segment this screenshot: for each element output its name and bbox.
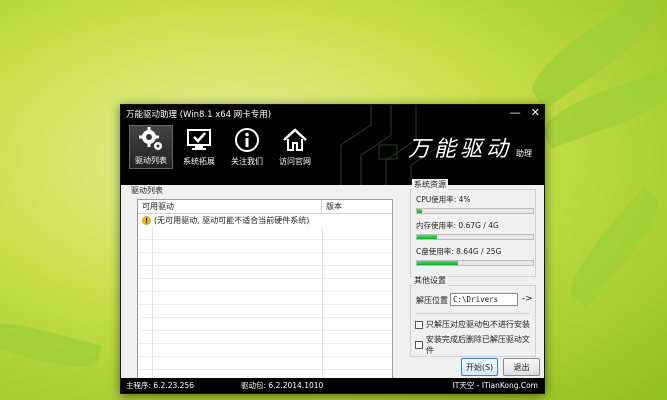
option-label: 安装完成后删除已解压驱动文件 [425,335,530,355]
tab-follow-us[interactable]: 关注我们 [225,125,269,169]
header: 万能驱动助理 (Win8.1 x64 网卡专用) — ✕ 驱动列表 系统拓展 关… [121,105,544,185]
cpu-usage-bar [416,208,534,214]
option-unzip-only[interactable]: 只解压对应驱动包不进行安装 [415,319,530,330]
checkbox[interactable] [415,320,423,329]
site-link[interactable]: IT天空 - ITianKong.Com [453,378,538,393]
minimize-button[interactable]: — [510,106,521,119]
main-version: 主程序: 6.2.23.256 [126,381,194,390]
divider [416,313,530,314]
unzip-location-label: 解压位置 [416,296,448,305]
brand-name: 万能驱动 [407,137,512,162]
disk-usage: C盘使用率: 8.64G / 25G [416,246,534,266]
list-grid [138,227,392,386]
gear-icon [139,127,162,150]
start-button[interactable]: 开始(S) [461,358,498,376]
status-bar: 主程序: 6.2.23.256 驱动包: 6.2.2014.1010 IT天空 … [121,378,544,393]
brand-subtitle: 助理 [516,149,532,158]
monitor-check-icon [187,129,211,150]
list-item[interactable]: (无可用驱动, 驱动可能不适合当前硬件系统) [138,214,392,227]
system-resources-title: 系统资源 [412,179,448,190]
tab-label: 关注我们 [231,157,263,166]
option-label: 只解压对应驱动包不进行安装 [426,320,530,329]
tab-label: 访问官网 [279,157,311,166]
memory-usage-label: 内存使用率: 0.67G / 4G [416,221,499,230]
tab-label: 驱动列表 [135,156,167,165]
disk-usage-bar [416,260,534,266]
browse-arrow-button[interactable]: -> [522,294,533,304]
unzip-path-input[interactable]: C:\Drivers [450,293,518,306]
info-icon [235,128,259,152]
option-delete-after-install[interactable]: 安装完成后删除已解压驱动文件 [415,334,536,356]
driver-name: (无可用驱动, 驱动可能不适合当前硬件系统) [154,216,310,225]
cpu-usage: CPU使用率: 4% [416,194,534,214]
toolbar: 驱动列表 系统拓展 关注我们 访问官网 [129,125,317,169]
brand-logo: 万能驱动 助理 [408,131,532,163]
driver-list-header: 可用驱动 版本 [138,200,392,214]
column-header-driver[interactable]: 可用驱动 [138,200,322,213]
disk-usage-label: C盘使用率: 8.64G / 25G [416,247,502,256]
background-leaf [560,186,667,308]
memory-usage: 内存使用率: 0.67G / 4G [416,220,534,240]
exit-button[interactable]: 退出 [503,358,540,376]
tab-visit-site[interactable]: 访问官网 [273,125,317,169]
home-icon [283,128,307,151]
driver-list[interactable]: 可用驱动 版本 (无可用驱动, 驱动可能不适合当前硬件系统) [137,199,393,387]
warning-icon [142,216,151,225]
memory-usage-bar [416,234,534,240]
tab-label: 系统拓展 [183,157,215,166]
other-settings-panel: 其他设置 解压位置 C:\Drivers -> 只解压对应驱动包不进行安装 安装… [410,275,536,357]
driver-list-title: 驱动列表 [131,186,163,195]
tab-system-extend[interactable]: 系统拓展 [177,125,221,169]
checkbox[interactable] [415,341,423,349]
window-title: 万能驱动助理 (Win8.1 x64 网卡专用) [126,110,272,120]
other-settings-title: 其他设置 [412,275,448,286]
close-button[interactable]: ✕ [531,106,540,119]
cpu-usage-label: CPU使用率: 4% [416,195,471,204]
column-header-version[interactable]: 版本 [322,200,392,213]
tab-driver-list[interactable]: 驱动列表 [129,125,173,169]
background-leaf [0,314,102,376]
app-window: 万能驱动助理 (Win8.1 x64 网卡专用) — ✕ 驱动列表 系统拓展 关… [120,104,545,394]
system-resources-panel: 系统资源 CPU使用率: 4% 内存使用率: 0.67G / 4G C盘使用率:… [410,179,536,277]
package-version: 驱动包: 6.2.2014.1010 [241,381,324,390]
